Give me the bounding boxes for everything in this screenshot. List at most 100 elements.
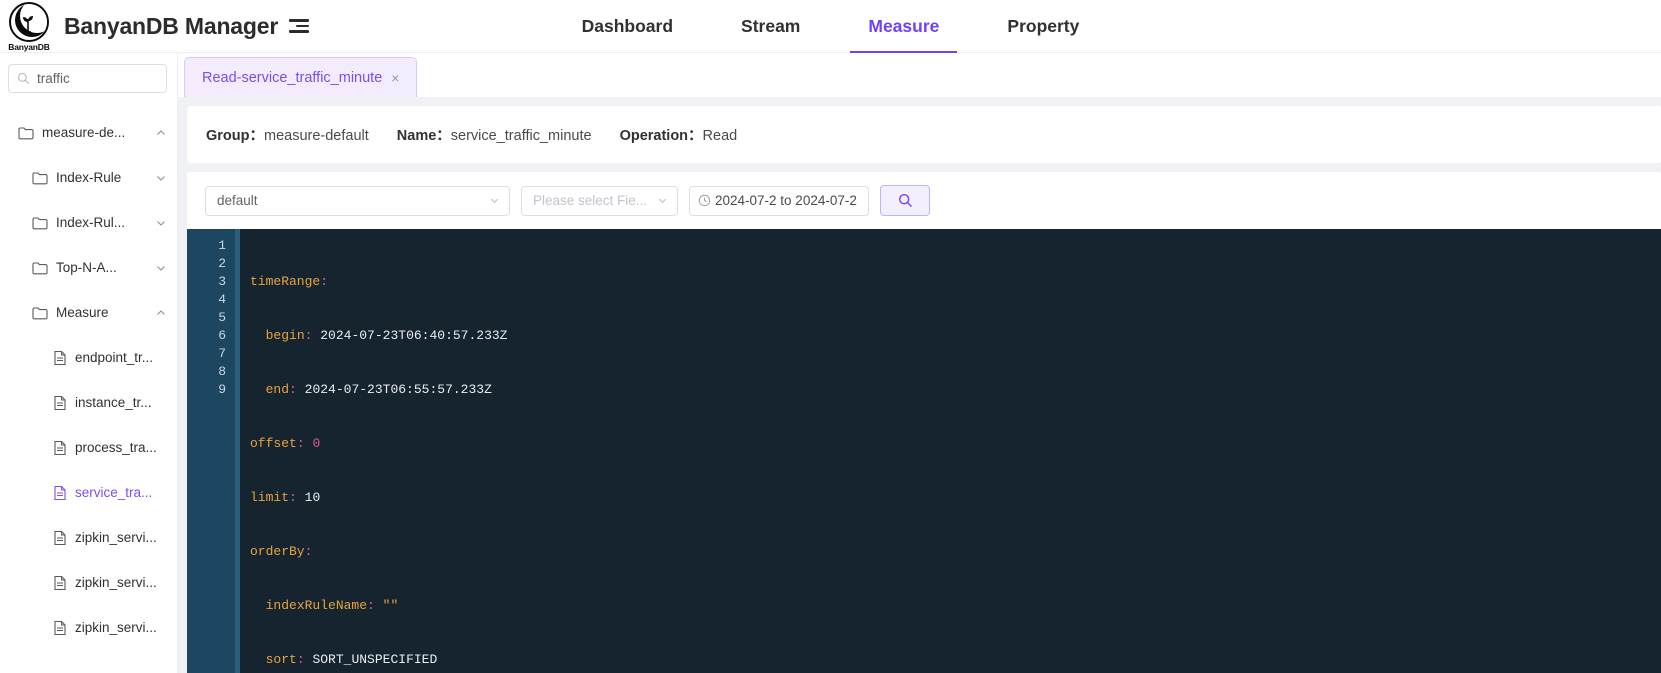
query-panel: default Please select Fie... 2024-07-2 t… (187, 172, 1661, 673)
tree-node-measure-default[interactable]: measure-de... (0, 110, 177, 155)
code-colon: : (320, 274, 329, 289)
code-line: end: 2024-07-23T06:55:57.233Z (250, 381, 1661, 399)
code-value: 2024-07-23T06:55:57.233Z (304, 382, 492, 397)
group-select[interactable]: default (205, 185, 510, 216)
logo-caption: BanyanDB (8, 42, 50, 52)
file-icon (53, 395, 67, 411)
code-colon: : (296, 436, 305, 451)
clock-icon (698, 194, 711, 207)
search-input[interactable]: traffic (8, 64, 167, 93)
code-line: timeRange: (250, 273, 1661, 291)
sidebar: traffic measure-de... Index-Rule Index-R… (0, 53, 178, 673)
tab-read-service-traffic-minute[interactable]: Read-service_traffic_minute × (184, 57, 418, 97)
editor-code[interactable]: timeRange: begin: 2024-07-23T06:40:57.23… (240, 229, 1661, 673)
tree-node-index-rule-binding[interactable]: Index-Rul... (0, 200, 177, 245)
code-line: begin: 2024-07-23T06:40:57.233Z (250, 327, 1661, 345)
code-key: timeRange (250, 274, 321, 289)
nav-item-stream[interactable]: Stream (707, 0, 834, 53)
chevron-down-icon (658, 198, 667, 204)
tree-node-top-n-aggregation[interactable]: Top-N-A... (0, 245, 177, 290)
info-name: Name：service_traffic_minute (397, 124, 592, 145)
folder-icon (32, 306, 48, 320)
file-icon (53, 440, 67, 456)
content-area: Read-service_traffic_minute × Group：meas… (178, 53, 1661, 673)
code-colon: : (296, 652, 305, 667)
line-number: 2 (218, 256, 226, 271)
file-icon (53, 485, 67, 501)
measure-tree: measure-de... Index-Rule Index-Rul... To… (0, 101, 177, 650)
tree-node-label: zipkin_servi... (75, 575, 157, 590)
tree-node-endpoint-traffic[interactable]: endpoint_tr... (0, 335, 177, 380)
brand: BanyanDB BanyanDB Manager (0, 1, 310, 52)
tree-node-label: zipkin_servi... (75, 530, 157, 545)
tree-node-label: Top-N-A... (56, 260, 117, 275)
app-root: BanyanDB BanyanDB Manager Dashboard Stre… (0, 0, 1661, 673)
code-key: orderBy (250, 544, 305, 559)
chevron-up-icon[interactable] (155, 127, 167, 139)
page-title: BanyanDB Manager (64, 12, 279, 39)
chevron-down-icon[interactable] (155, 172, 167, 184)
editor-code-column: timeRange: begin: 2024-07-23T06:40:57.23… (235, 229, 1661, 673)
code-colon: : (289, 382, 297, 397)
top-bar: BanyanDB BanyanDB Manager Dashboard Stre… (0, 0, 1661, 53)
close-icon[interactable]: × (391, 71, 399, 85)
tree-node-measure[interactable]: Measure (0, 290, 177, 335)
code-key: begin (265, 328, 305, 343)
info-group-value: measure-default (264, 128, 369, 144)
sidebar-search-wrap: traffic (0, 53, 177, 101)
yaml-editor[interactable]: 1 2 3 4 5 6 7 8 9 timeRange: begin: 2024… (187, 229, 1661, 673)
date-range-picker[interactable]: 2024-07-2 to 2024-07-2 (689, 185, 869, 216)
code-line: indexRuleName: "" (250, 597, 1661, 615)
info-name-label: Name： (396, 128, 451, 144)
tab-bar: Read-service_traffic_minute × (178, 53, 1661, 97)
group-select-value: default (217, 193, 258, 208)
file-icon (53, 575, 67, 591)
logo-circle-icon (9, 2, 49, 42)
tree-node-label: service_tra... (75, 485, 153, 500)
search-query-button[interactable] (880, 185, 930, 216)
code-colon: : (304, 544, 313, 559)
info-operation-value: Read (702, 128, 738, 144)
hamburger-menu-icon[interactable] (289, 18, 310, 34)
tree-node-zipkin-service-2[interactable]: zipkin_servi... (0, 560, 177, 605)
entity-info-bar: Group：measure-default Name：service_traff… (187, 106, 1661, 163)
code-value: SORT_UNSPECIFIED (312, 652, 438, 667)
query-toolbar: default Please select Fie... 2024-07-2 t… (187, 185, 1661, 229)
chevron-up-icon[interactable] (155, 307, 167, 319)
tab-label: Read-service_traffic_minute (202, 69, 383, 86)
file-icon (53, 620, 67, 636)
code-value: "" (382, 598, 399, 613)
chevron-down-icon[interactable] (155, 262, 167, 274)
folder-icon (32, 216, 48, 230)
tree-node-label: endpoint_tr... (75, 350, 154, 365)
sprout-icon (23, 16, 33, 32)
line-number: 4 (218, 292, 226, 307)
tree-node-index-rule[interactable]: Index-Rule (0, 155, 177, 200)
code-colon: : (289, 490, 297, 505)
tree-node-service-traffic[interactable]: service_tra... (0, 470, 177, 515)
file-icon (53, 530, 67, 546)
line-number: 9 (218, 382, 226, 397)
tree-node-label: Measure (56, 305, 109, 320)
line-number: 6 (218, 328, 226, 343)
line-number: 7 (218, 346, 226, 361)
banyandb-logo: BanyanDB (6, 1, 52, 52)
nav-item-property[interactable]: Property (973, 0, 1113, 53)
nav-item-measure[interactable]: Measure (834, 0, 973, 53)
info-group: Group：measure-default (206, 124, 369, 145)
tree-node-instance-traffic[interactable]: instance_tr... (0, 380, 177, 425)
code-line: sort: SORT_UNSPECIFIED (250, 651, 1661, 669)
chevron-down-icon[interactable] (155, 217, 167, 229)
tree-node-label: Index-Rul... (56, 215, 126, 230)
tree-node-label: instance_tr... (75, 395, 152, 410)
code-value: 2024-07-23T06:40:57.233Z (320, 328, 508, 343)
tree-node-label: measure-de... (42, 125, 126, 140)
field-select[interactable]: Please select Fie... (521, 185, 678, 216)
info-operation-label: Operation： (619, 128, 703, 144)
tree-node-zipkin-service-1[interactable]: zipkin_servi... (0, 515, 177, 560)
tree-node-process-traffic[interactable]: process_tra... (0, 425, 177, 470)
tree-node-label: Index-Rule (56, 170, 122, 185)
tree-node-zipkin-service-3[interactable]: zipkin_servi... (0, 605, 177, 650)
nav-item-dashboard[interactable]: Dashboard (548, 0, 707, 53)
code-colon: : (367, 598, 375, 613)
